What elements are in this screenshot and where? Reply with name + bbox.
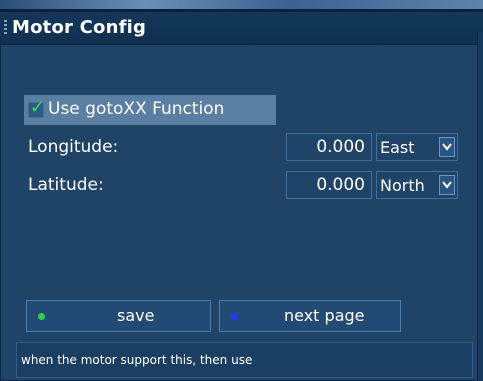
longitude-input[interactable]: 0.000	[286, 133, 372, 161]
green-dot-icon	[38, 313, 45, 320]
longitude-direction-value: East	[380, 138, 415, 157]
latitude-direction-value: North	[380, 176, 425, 195]
window-title: Motor Config	[12, 17, 147, 38]
use-gotoxx-label: Use gotoXX Function	[48, 99, 225, 119]
use-gotoxx-checkbox[interactable]: ✓	[28, 97, 45, 118]
latitude-direction-select[interactable]: North	[376, 171, 458, 199]
top-strip	[0, 0, 483, 9]
save-button[interactable]: save	[26, 300, 211, 332]
blue-dot-icon	[231, 313, 238, 320]
use-gotoxx-checkbox-row[interactable]: ✓ Use gotoXX Function	[24, 95, 276, 125]
motor-config-window: Motor Config ✓ Use gotoXX Function Longi…	[0, 12, 483, 381]
chevron-down-icon[interactable]	[439, 175, 455, 195]
longitude-value: 0.000	[316, 137, 365, 157]
checkmark-icon: ✓	[30, 97, 46, 118]
chevron-down-icon[interactable]	[439, 137, 455, 157]
right-edge-bar	[477, 32, 483, 381]
help-text: when the motor support this, then use	[21, 353, 253, 367]
longitude-direction-select[interactable]: East	[376, 133, 458, 161]
longitude-label: Longitude:	[28, 137, 119, 157]
next-page-button[interactable]: next page	[219, 300, 401, 332]
title-bar: Motor Config	[0, 12, 483, 45]
help-bar: when the motor support this, then use	[16, 342, 473, 378]
latitude-input[interactable]: 0.000	[286, 171, 372, 199]
title-grip-icon	[4, 20, 7, 36]
save-button-label: save	[117, 306, 155, 325]
latitude-value: 0.000	[316, 175, 365, 195]
latitude-label: Latitude:	[28, 175, 104, 195]
next-page-button-label: next page	[284, 306, 365, 325]
